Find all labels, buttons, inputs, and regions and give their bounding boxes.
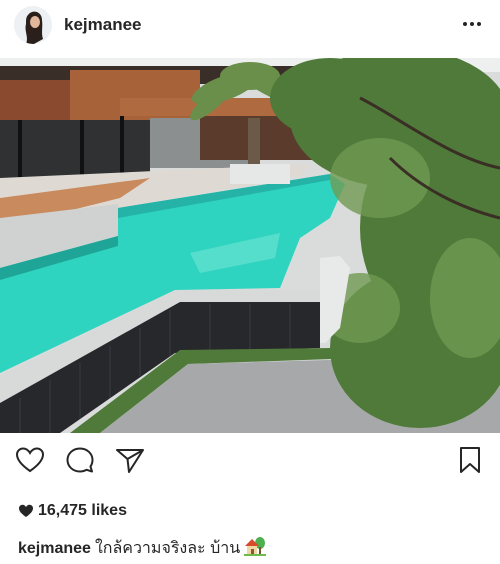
caption-username[interactable]: kejmanee: [18, 540, 91, 557]
bookmark-icon[interactable]: [456, 444, 484, 481]
comment-bubble-icon[interactable]: [64, 444, 96, 481]
like-heart-icon[interactable]: [14, 444, 46, 481]
post-header: kejmanee: [0, 0, 500, 52]
profile-avatar[interactable]: [14, 6, 52, 44]
likes-text: 16,475 likes: [38, 502, 127, 519]
post-photo[interactable]: [0, 58, 500, 433]
more-options-icon[interactable]: [462, 13, 482, 39]
caption: kejmanee ใกล้ความจริงละ บ้าน: [18, 536, 267, 561]
likes-heart-icon: [18, 503, 34, 524]
share-send-icon[interactable]: [114, 444, 146, 481]
house-with-garden-icon: [244, 536, 267, 561]
post-actions: [0, 444, 500, 484]
caption-text: ใกล้ความจริงละ บ้าน: [94, 540, 241, 557]
post-username[interactable]: kejmanee: [64, 15, 142, 35]
